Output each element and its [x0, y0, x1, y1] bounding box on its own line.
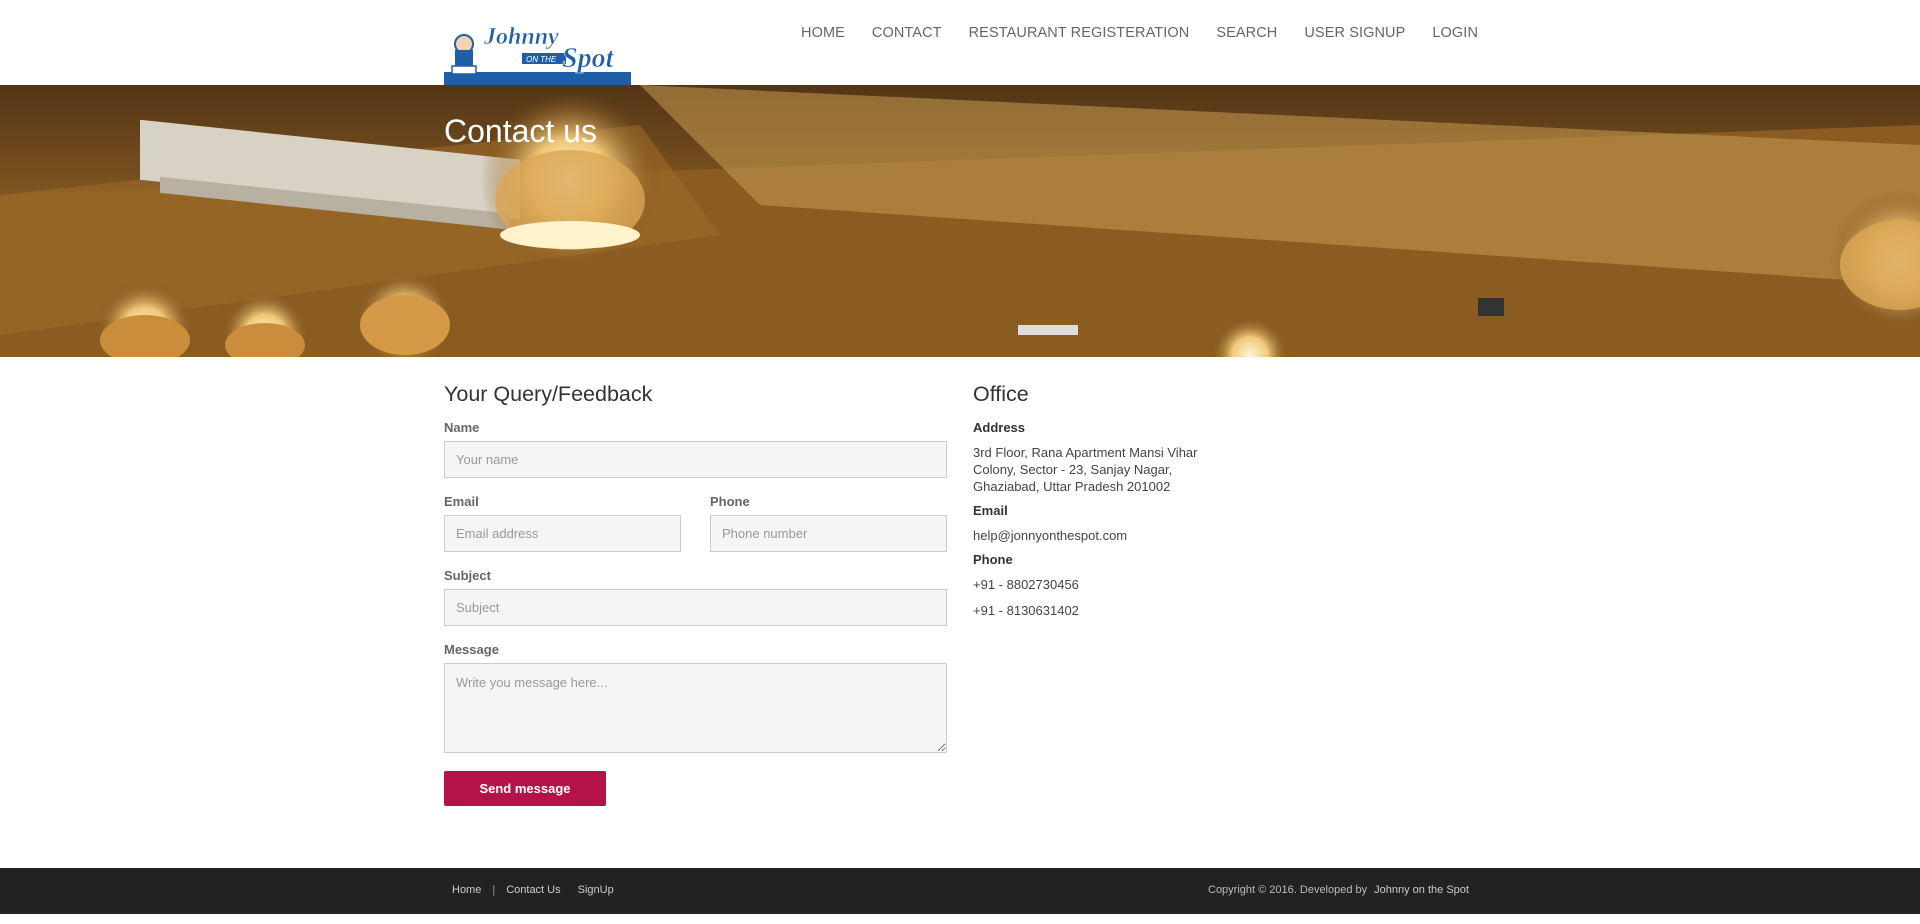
office-email-value[interactable]: help@jonnyonthespot.com [973, 527, 1233, 544]
office-phone-1: +91 - 8802730456 [973, 577, 1079, 592]
main-nav: HOME CONTACT RESTAURANT REGISTERATION SE… [801, 25, 1505, 41]
footer-links: Home | Contact Us SignUp [452, 884, 614, 896]
copyright: Copyright © 2016. Developed by Johnny on … [1208, 884, 1469, 896]
copyright-brand[interactable]: Johnny on the Spot [1374, 884, 1469, 896]
logo-text-onthe: ON THE [526, 55, 557, 64]
name-input[interactable] [444, 441, 947, 478]
office-phone-label: Phone [973, 552, 1013, 567]
phone-input[interactable] [710, 515, 947, 552]
footer-link-contact[interactable]: Contact Us [506, 884, 560, 896]
office-email-label: Email [973, 503, 1008, 518]
footer-link-home[interactable]: Home [452, 884, 481, 896]
site-footer: Home | Contact Us SignUp Copyright © 201… [0, 868, 1920, 914]
office-info: Office Address 3rd Floor, Rana Apartment… [973, 382, 1233, 627]
nav-login[interactable]: LOGIN [1432, 25, 1478, 41]
nav-user-signup[interactable]: USER SIGNUP [1304, 25, 1405, 41]
email-input[interactable] [444, 515, 681, 552]
send-message-button[interactable]: Send message [444, 771, 606, 806]
page-title: Contact us [444, 113, 597, 149]
address-label: Address [973, 420, 1026, 435]
phone-label: Phone [710, 494, 750, 509]
message-textarea[interactable] [444, 663, 947, 753]
email-label: Email [444, 494, 479, 509]
subject-input[interactable] [444, 589, 947, 626]
site-logo[interactable]: Johnny ON THE Spot [444, 22, 631, 85]
nav-home[interactable]: HOME [801, 25, 845, 41]
form-heading: Your Query/Feedback [444, 382, 653, 406]
footer-link-signup[interactable]: SignUp [578, 884, 614, 896]
address-value: 3rd Floor, Rana Apartment Mansi Vihar Co… [973, 445, 1198, 494]
logo-graphic: Johnny ON THE Spot [444, 24, 631, 85]
hero-background-image [0, 85, 1920, 357]
logo-text-spot: Spot [562, 43, 615, 74]
footer-separator: | [492, 884, 496, 896]
office-phone-2: +91 - 8130631402 [973, 603, 1079, 618]
hero-banner: Contact us [0, 85, 1920, 357]
office-heading: Office [973, 382, 1029, 406]
subject-label: Subject [444, 568, 491, 583]
site-header: Johnny ON THE Spot HOME CONTACT RESTAURA… [0, 0, 1920, 85]
feedback-form: Your Query/Feedback Name Email Phone Sub… [444, 382, 947, 806]
message-label: Message [444, 642, 499, 657]
copyright-text: Copyright © 2016. Developed by [1208, 884, 1368, 896]
nav-contact[interactable]: CONTACT [872, 25, 942, 41]
nav-search[interactable]: SEARCH [1216, 25, 1277, 41]
name-label: Name [444, 420, 480, 435]
logo-text-johnny: Johnny [483, 24, 559, 50]
nav-restaurant-registration[interactable]: RESTAURANT REGISTERATION [969, 25, 1190, 41]
